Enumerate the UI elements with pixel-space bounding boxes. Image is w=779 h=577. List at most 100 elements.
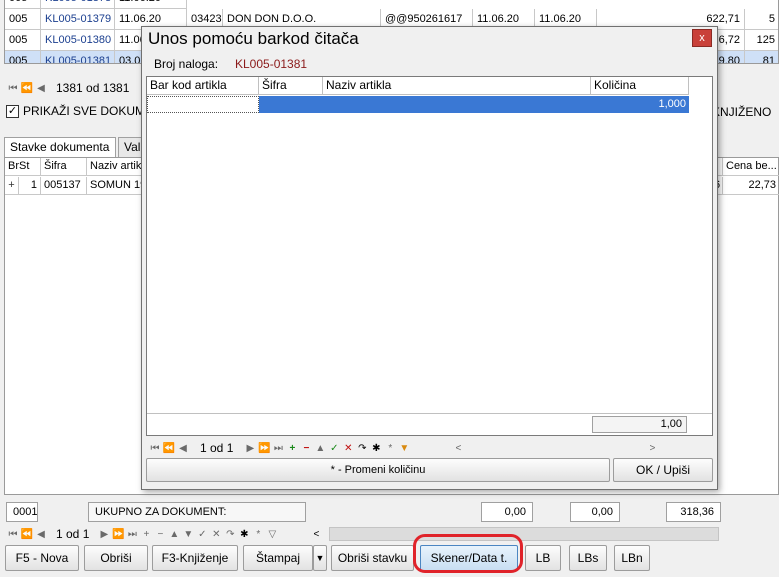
book-button[interactable]: F3-Knjiženje: [152, 545, 238, 571]
totals-label: UKUPNO ZA DOKUMENT:: [88, 502, 306, 522]
col-sifra[interactable]: Šifra: [259, 77, 323, 95]
col-sifra[interactable]: Šifra: [41, 158, 87, 176]
scroll-right-icon[interactable]: >: [645, 443, 659, 454]
cell-kolicina: 1,000: [591, 96, 689, 113]
status-label: KNJIŽENO: [712, 105, 772, 119]
cell-doc: KL005-01379: [41, 9, 115, 30]
cell-doc: KL005-01378: [41, 0, 115, 9]
cell-extra: 5: [745, 9, 778, 30]
prev-record-icon[interactable]: ◀: [34, 529, 48, 540]
next-page-icon[interactable]: ⏩: [257, 443, 271, 454]
up-icon[interactable]: ▲: [167, 529, 181, 540]
scroll-left-icon[interactable]: <: [309, 529, 323, 540]
first-record-icon[interactable]: ⏮: [148, 443, 162, 454]
cell-date: 11.06.20: [115, 0, 187, 9]
next-page-icon[interactable]: ⏩: [111, 529, 125, 540]
dialog-title: Unos pomoću barkod čitača: [148, 29, 359, 48]
star-icon[interactable]: ✱: [237, 529, 251, 540]
cell-org: 005: [5, 0, 41, 9]
refresh-icon[interactable]: ↷: [223, 529, 237, 540]
totals-v1: 0,00: [481, 502, 533, 522]
filter-icon[interactable]: ▽: [265, 529, 279, 540]
add-icon[interactable]: +: [285, 443, 299, 454]
delete-item-button[interactable]: Obriši stavku: [331, 545, 414, 571]
barcode-dialog: Unos pomoću barkod čitača x Broj naloga:…: [141, 26, 718, 490]
remove-icon[interactable]: −: [153, 529, 167, 540]
horizontal-scrollbar[interactable]: [329, 527, 720, 541]
lbs-button[interactable]: LBs: [569, 545, 607, 571]
cell-sifra: 005137: [41, 177, 87, 195]
order-label: Broj naloga:: [154, 57, 219, 71]
last-record-icon[interactable]: ⏭: [125, 529, 139, 540]
new-button[interactable]: F5 - Nova: [5, 545, 79, 571]
col-brst[interactable]: BrSt: [5, 158, 41, 176]
down-icon[interactable]: ▼: [181, 529, 195, 540]
grid-footer: 1,00: [147, 413, 712, 435]
col-cena[interactable]: Cena be...: [723, 158, 779, 176]
col-naziv[interactable]: Naziv artikla: [323, 77, 591, 95]
totals-code: 0001: [6, 502, 38, 522]
record-counter: 1381 od 1381: [56, 81, 130, 95]
tab-items[interactable]: Stavke dokumenta: [4, 137, 116, 157]
col-barcode[interactable]: Bar kod artikla: [147, 77, 259, 95]
filter-icon[interactable]: ▼: [397, 443, 411, 454]
dialog-navigator: ⏮ ⏪ ◀ 1 od 1 ▶ ⏩ ⏭ + − ▲ ✓ ✕ ↷ ✱ * ▼ < >: [148, 437, 713, 459]
star-multi-icon[interactable]: *: [383, 443, 397, 454]
cell-brst: 1: [19, 177, 41, 195]
prev-page-icon[interactable]: ⏪: [20, 83, 34, 94]
first-record-icon[interactable]: ⏮: [6, 529, 20, 540]
star-multi-icon[interactable]: *: [251, 529, 265, 540]
cell-cena: 22,73: [723, 177, 779, 195]
table-row[interactable]: 005 KL005-01378 11.06.20: [5, 0, 778, 9]
total-quantity: 1,00: [592, 416, 687, 433]
order-value: KL005-01381: [235, 57, 308, 71]
print-button[interactable]: Štampaj: [243, 545, 313, 571]
confirm-icon[interactable]: ✓: [327, 443, 341, 454]
totals-v3: 318,36: [666, 502, 721, 522]
cell-barcode-input[interactable]: [147, 96, 259, 113]
up-icon[interactable]: ▲: [313, 443, 327, 454]
first-record-icon[interactable]: ⏮: [6, 83, 20, 94]
last-record-icon[interactable]: ⏭: [271, 443, 285, 454]
top-navigator: ⏮ ⏪ ◀ 1381 od 1381: [6, 77, 146, 99]
print-dropdown-icon[interactable]: ▼: [313, 545, 327, 571]
prev-page-icon[interactable]: ⏪: [162, 443, 176, 454]
cell-doc: KL005-01381: [41, 51, 115, 63]
prev-record-icon[interactable]: ◀: [176, 443, 190, 454]
totals-v2: 0,00: [570, 502, 620, 522]
cell-org: 005: [5, 30, 41, 51]
star-icon[interactable]: ✱: [369, 443, 383, 454]
confirm-icon[interactable]: ✓: [195, 529, 209, 540]
lb-button[interactable]: LB: [525, 545, 561, 571]
cell-extra: 125: [745, 30, 778, 51]
scroll-left-icon[interactable]: <: [451, 443, 465, 454]
remove-icon[interactable]: −: [299, 443, 313, 454]
add-icon[interactable]: +: [139, 529, 153, 540]
bottom-navigator: ⏮ ⏪ ◀ 1 od 1 ▶ ⏩ ⏭ + − ▲ ▼ ✓ ✕ ↷ ✱ * ▽ <: [6, 523, 776, 545]
expand-icon[interactable]: +: [5, 177, 19, 195]
bottom-record-counter: 1 od 1: [56, 527, 90, 541]
dialog-record-counter: 1 od 1: [200, 441, 234, 455]
cell-org: 005: [5, 51, 41, 63]
prev-record-icon[interactable]: ◀: [34, 83, 48, 94]
barcode-grid: Bar kod artikla Šifra Naziv artikla Koli…: [146, 76, 713, 436]
delete-button[interactable]: Obriši: [84, 545, 148, 571]
cell-naziv: SOMUN 190: [87, 177, 147, 195]
col-naziv[interactable]: Naziv artik: [87, 158, 147, 176]
cell-sifra: [259, 96, 323, 113]
col-kolicina[interactable]: Količina: [591, 77, 689, 95]
change-quantity-button[interactable]: * - Promeni količinu: [146, 458, 610, 482]
prev-page-icon[interactable]: ⏪: [20, 529, 34, 540]
cell-extra: 81: [745, 51, 778, 63]
next-record-icon[interactable]: ▶: [97, 529, 111, 540]
close-icon[interactable]: x: [692, 29, 712, 47]
cell-naziv: [323, 96, 591, 113]
cell-doc: KL005-01380: [41, 30, 115, 51]
cancel-icon[interactable]: ✕: [341, 443, 355, 454]
ok-button[interactable]: OK / Upiši: [613, 458, 713, 482]
refresh-icon[interactable]: ↷: [355, 443, 369, 454]
next-record-icon[interactable]: ▶: [243, 443, 257, 454]
lbn-button[interactable]: LBn: [614, 545, 650, 571]
cancel-icon[interactable]: ✕: [209, 529, 223, 540]
show-all-checkbox[interactable]: ✓: [6, 104, 19, 118]
